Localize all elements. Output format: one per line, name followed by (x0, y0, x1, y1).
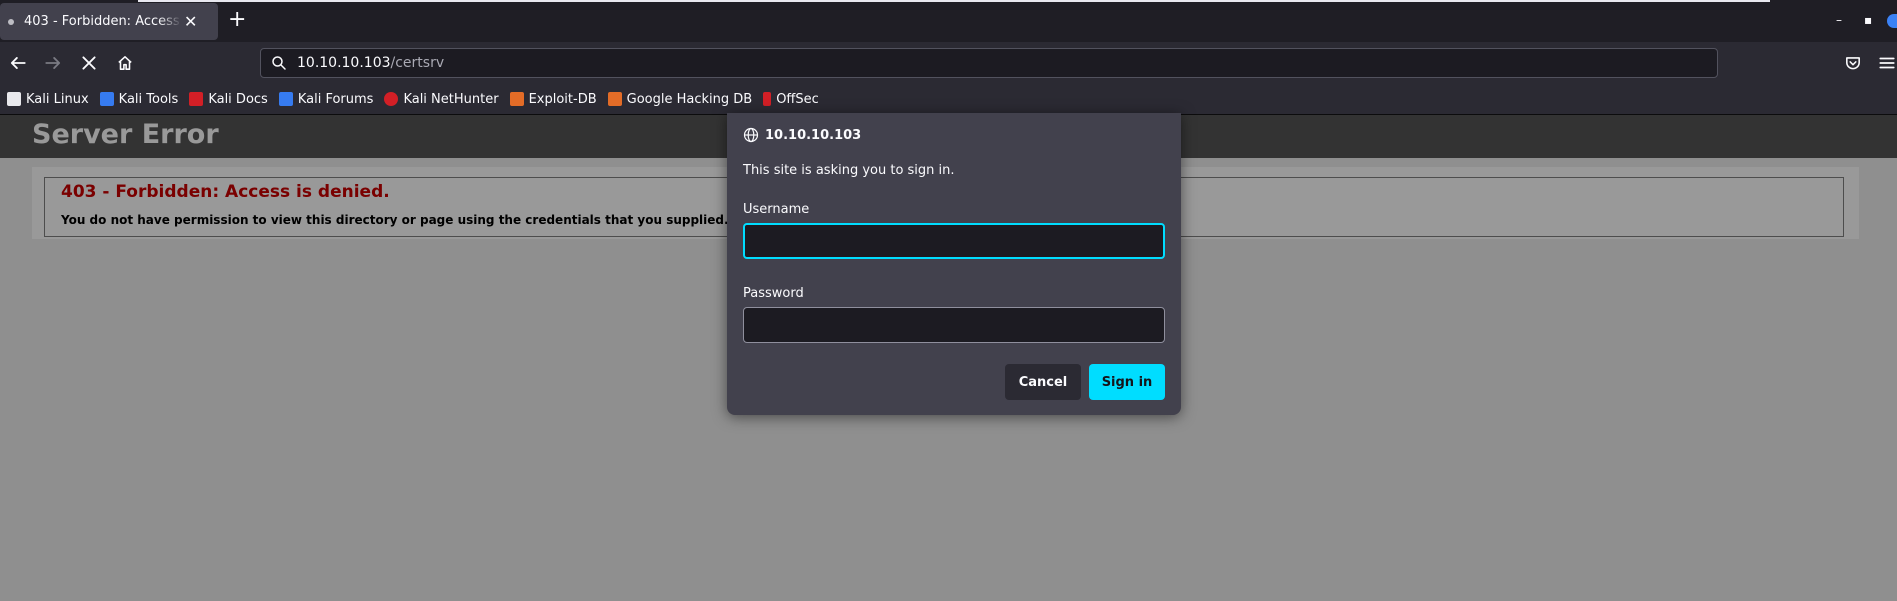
nav-bar: 10.10.10.103/certsrv (0, 42, 1897, 84)
globe-icon (743, 127, 759, 143)
bookmark-label: Kali NetHunter (403, 91, 499, 107)
pocket-icon (1846, 57, 1860, 70)
tab-loading-bar (138, 0, 1770, 2)
search-icon (272, 56, 286, 70)
google-hacking-db-icon (607, 92, 622, 106)
dialog-origin: 10.10.10.103 (743, 127, 861, 143)
kali-docs-icon (189, 92, 204, 106)
tab-title: 403 - Forbidden: Access is denied. (24, 14, 182, 29)
bookmark-exploit-db[interactable]: Exploit-DB (509, 91, 597, 107)
dialog-origin-host: 10.10.10.103 (765, 127, 862, 143)
address-bar[interactable]: 10.10.10.103/certsrv (260, 48, 1718, 78)
kali-tools-icon (99, 92, 114, 106)
dialog-message: This site is asking you to sign in. (743, 163, 955, 178)
offsec-icon (763, 92, 772, 106)
bookmarks-toolbar: Kali Linux Kali Tools Kali Docs Kali For… (0, 84, 1897, 115)
bookmark-label: Kali Linux (26, 91, 89, 107)
bookmark-kali-nethunter[interactable]: Kali NetHunter (384, 91, 499, 107)
tab-active[interactable]: 403 - Forbidden: Access is denied. ✕ (0, 3, 218, 40)
exploit-db-icon (509, 92, 524, 106)
bookmark-label: Google Hacking DB (626, 91, 753, 107)
home-icon (118, 56, 132, 70)
forward-button[interactable] (40, 50, 66, 76)
minimize-button[interactable]: – (1836, 13, 1842, 27)
forward-arrow-icon (45, 57, 61, 69)
loading-icon (8, 18, 14, 25)
stop-button[interactable] (76, 50, 102, 76)
kali-nethunter-icon (384, 92, 399, 106)
hamburger-menu-icon (1879, 57, 1895, 69)
app-menu-button[interactable] (1874, 50, 1897, 76)
bookmark-label: Kali Forums (297, 91, 374, 107)
username-field[interactable] (743, 223, 1165, 259)
bookmark-label: Kali Tools (118, 91, 179, 107)
bookmark-kali-forums[interactable]: Kali Forums (278, 91, 374, 107)
username-label: Username (743, 202, 810, 217)
home-button[interactable] (112, 50, 138, 76)
tab-close-icon[interactable]: ✕ (184, 12, 197, 31)
bookmark-label: OffSec (776, 91, 819, 107)
back-button[interactable] (5, 50, 31, 76)
bookmark-offsec[interactable]: OffSec (763, 92, 819, 107)
url-path: /certsrv (390, 55, 445, 71)
pocket-button[interactable] (1840, 50, 1866, 76)
tab-strip: 403 - Forbidden: Access is denied. ✕ + –… (0, 0, 1897, 42)
back-arrow-icon (10, 57, 26, 69)
bookmark-kali-docs[interactable]: Kali Docs (189, 92, 268, 107)
bookmark-label: Exploit-DB (528, 91, 597, 107)
stop-icon (82, 56, 96, 70)
bookmark-label: Kali Docs (208, 91, 268, 107)
new-tab-button[interactable]: + (228, 9, 246, 31)
bookmark-kali-linux[interactable]: Kali Linux (7, 92, 89, 107)
password-label: Password (743, 286, 804, 301)
password-field[interactable] (743, 307, 1165, 343)
kali-forums-icon (278, 92, 293, 106)
auth-dialog: 10.10.10.103 This site is asking you to … (727, 113, 1181, 415)
url-host: 10.10.10.103 (297, 55, 391, 71)
close-window-icon[interactable] (1887, 14, 1897, 28)
sign-in-button[interactable]: Sign in (1089, 364, 1165, 400)
bookmark-google-hacking-db[interactable]: Google Hacking DB (607, 91, 753, 107)
cancel-button[interactable]: Cancel (1005, 364, 1081, 400)
bookmark-kali-tools[interactable]: Kali Tools (99, 91, 179, 107)
maximize-button[interactable]: ▪ (1864, 13, 1872, 27)
kali-dragon-icon (7, 92, 21, 106)
